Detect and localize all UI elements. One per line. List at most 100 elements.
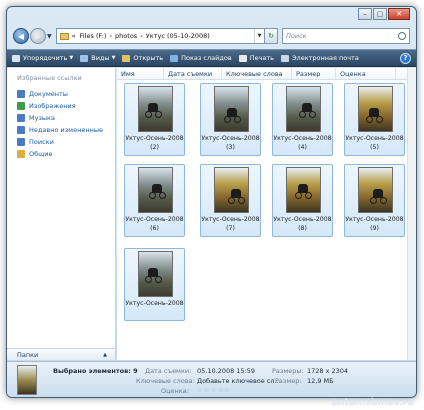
back-button[interactable]: ◀: [13, 28, 29, 44]
email-label: Электронная почта: [292, 54, 359, 62]
bike-wheel: [228, 197, 235, 204]
public-icon: [17, 150, 25, 158]
print-button[interactable]: Печать: [238, 54, 275, 62]
bike-wheel: [376, 116, 383, 123]
column-tags[interactable]: Ключевые слова: [222, 68, 292, 79]
photo-thumbnail: [214, 86, 249, 132]
sidebar-item[interactable]: Недавно измененные: [7, 124, 115, 136]
sidebar-item[interactable]: Изображения: [7, 100, 115, 112]
bike-wheel: [145, 111, 152, 118]
slideshow-button[interactable]: Показ слайдов: [170, 54, 232, 62]
forward-button[interactable]: ▶: [30, 28, 46, 44]
sidebar-item[interactable]: Музыка: [7, 112, 115, 124]
searches-icon: [17, 138, 25, 146]
views-label: Виды: [91, 54, 110, 62]
sidebar-item[interactable]: Общие: [7, 148, 115, 160]
favorite-links-heading: Избранные ссылки: [17, 74, 82, 82]
file-tile[interactable]: Уктус-Осень-2008 (4): [272, 83, 333, 156]
vertical-scrollbar[interactable]: [407, 68, 416, 360]
sidebar-item[interactable]: Документы: [7, 88, 115, 100]
file-name: Уктус-Осень-2008 (7): [201, 215, 260, 233]
bike-wheel: [234, 116, 241, 123]
dimensions-value: 1728 x 2304: [307, 367, 349, 375]
file-name-index: (7): [226, 225, 235, 232]
refresh-button[interactable]: ↻: [265, 28, 278, 44]
breadcrumb-current-folder[interactable]: Уктус (05-10-2008): [146, 32, 210, 40]
bike-wheel: [305, 192, 312, 199]
file-tile[interactable]: Уктус-Осень-2008 (6): [124, 164, 185, 237]
search-icon[interactable]: [398, 32, 406, 40]
file-tile[interactable]: Уктус-Осень-2008 (2): [124, 83, 185, 156]
bike-wheel: [149, 192, 156, 199]
bike-wheel: [224, 116, 231, 123]
organize-icon: [12, 54, 20, 62]
tags-label: Ключевые слова:: [136, 377, 195, 385]
printer-icon: [238, 54, 247, 62]
maximize-button[interactable]: ▢: [373, 8, 387, 20]
folders-toggle[interactable]: Папки ▲: [7, 348, 115, 360]
sidebar-item-label: Изображения: [29, 102, 76, 110]
address-field[interactable]: « Files (F:) › photos › Уктус (05-10-200…: [55, 28, 265, 44]
photo-thumbnail: [286, 86, 321, 132]
bike-wheel: [299, 111, 306, 118]
chevron-down-icon: ▼: [111, 55, 116, 61]
views-button[interactable]: Виды ▼: [80, 54, 115, 62]
print-label: Печать: [249, 54, 275, 62]
column-date-taken[interactable]: Дата съемки: [164, 68, 222, 79]
file-tile[interactable]: Уктус-Осень-2008: [124, 248, 185, 321]
bike-wheel: [295, 192, 302, 199]
bike-wheel: [159, 192, 166, 199]
breadcrumb-separator[interactable]: ›: [140, 32, 143, 40]
file-name-text: Уктус-Осень-2008: [125, 135, 184, 142]
tags-value[interactable]: Добавьте ключевое сл...: [197, 377, 281, 385]
command-toolbar: Упорядочить ▼ Виды ▼ Открыть Показ слайд…: [7, 49, 416, 67]
file-name-index: (4): [298, 144, 307, 151]
recent-icon: [17, 126, 25, 134]
window-controls: – ▢ ✕: [357, 8, 410, 20]
file-tile[interactable]: Уктус-Осень-2008 (9): [344, 164, 405, 237]
bike-wheel: [309, 111, 316, 118]
file-tile[interactable]: Уктус-Осень-2008 (8): [272, 164, 333, 237]
file-name: Уктус-Осень-2008 (9): [345, 215, 404, 233]
photo-thumbnail: [138, 251, 173, 297]
organize-label: Упорядочить: [23, 54, 68, 62]
file-name: Уктус-Осень-2008 (4): [273, 134, 332, 152]
details-pane: Выбрано элементов: 9 Дата съемки: 05.10.…: [7, 361, 416, 397]
dimensions-label: Размеры:: [272, 367, 304, 375]
file-name-index: (3): [226, 144, 235, 151]
sidebar-item[interactable]: Поиски: [7, 136, 115, 148]
file-tile[interactable]: Уктус-Осень-2008 (5): [344, 83, 405, 156]
column-rating[interactable]: Оценка: [336, 68, 396, 79]
file-name-text: Уктус-Осень-2008: [201, 135, 260, 142]
sidebar-item-label: Музыка: [29, 114, 55, 122]
organize-button[interactable]: Упорядочить ▼: [12, 54, 73, 62]
breadcrumb-overflow[interactable]: «: [72, 32, 76, 40]
file-tile[interactable]: Уктус-Осень-2008 (3): [200, 83, 261, 156]
file-name: Уктус-Осень-2008 (2): [125, 134, 184, 152]
breadcrumb-separator[interactable]: ›: [109, 32, 112, 40]
photo-thumbnail: [138, 167, 173, 213]
address-dropdown[interactable]: ▼: [254, 29, 264, 43]
slideshow-label: Показ слайдов: [181, 54, 232, 62]
rating-stars[interactable]: ☆☆☆☆☆: [197, 386, 231, 394]
breadcrumb-drive[interactable]: Files (F:): [80, 32, 107, 40]
search-input[interactable]: Поиск: [282, 28, 410, 44]
column-name[interactable]: Имя: [117, 68, 164, 79]
photo-thumbnail: [214, 167, 249, 213]
help-button[interactable]: ?: [400, 52, 411, 64]
date-taken-label: Дата съемки:: [145, 367, 192, 375]
history-dropdown[interactable]: ▼: [47, 33, 52, 40]
breadcrumb-photos[interactable]: photos: [115, 32, 137, 40]
sidebar-item-label: Документы: [29, 90, 68, 98]
file-tile[interactable]: Уктус-Осень-2008 (7): [200, 164, 261, 237]
bike-wheel: [155, 111, 162, 118]
views-icon: [80, 54, 89, 62]
file-name: Уктус-Осень-2008 (5): [345, 134, 404, 152]
date-taken-value[interactable]: 05.10.2008 15:59: [197, 367, 255, 375]
open-button[interactable]: Открыть: [122, 54, 163, 62]
close-button[interactable]: ✕: [388, 8, 410, 20]
watermark: anton.sbmav.ru: [331, 397, 414, 408]
email-button[interactable]: Электронная почта: [281, 54, 359, 62]
column-size[interactable]: Размер: [292, 68, 336, 79]
minimize-button[interactable]: –: [358, 8, 372, 20]
